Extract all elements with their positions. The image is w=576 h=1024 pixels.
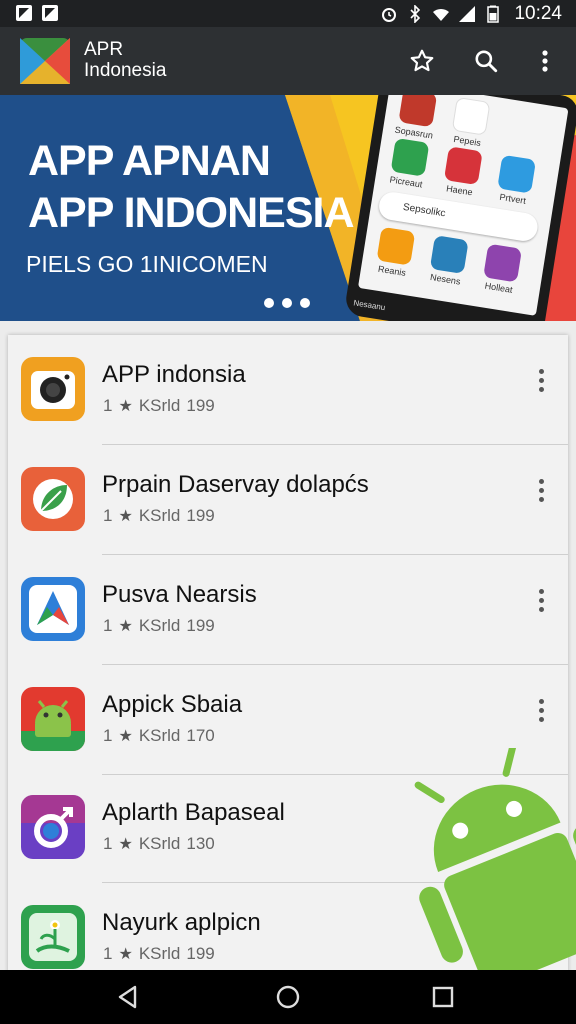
rating-star-icon: ★ [118, 618, 133, 635]
android-icon [21, 687, 85, 751]
leaf-icon [21, 467, 85, 531]
phone-app: Reanis [368, 226, 421, 280]
phone-app: Prtvert [489, 154, 542, 208]
phone-app: Holleat [475, 243, 528, 297]
wifi-icon [433, 8, 450, 21]
list-item[interactable]: Pusva Nearsis 1 ★ KSrld 199 [8, 555, 568, 665]
list-item[interactable]: APP indonsia 1 ★ KSrld 199 [8, 335, 568, 445]
app-title-line2: Indonesia [84, 60, 167, 81]
recents-icon[interactable] [430, 984, 456, 1010]
page-dot[interactable] [264, 298, 274, 308]
alarm-icon [382, 8, 397, 22]
list-item[interactable]: Prpain Daservay dolapćs 1 ★ KSrld 199 [8, 445, 568, 555]
banner-subtitle: PIELS GO 1INICOMEN [26, 251, 268, 277]
app-meta: 1 ★ KSrld 199 [103, 944, 215, 963]
banner-headline-line1: APP APNAN [28, 137, 271, 185]
app-name: Aplarth Bapaseal [102, 799, 285, 826]
item-menu-button[interactable] [528, 365, 554, 395]
back-icon[interactable] [115, 984, 141, 1010]
overflow-menu-button[interactable] [525, 41, 565, 81]
signal-icon [459, 6, 476, 22]
bluetooth-icon [410, 5, 421, 23]
app-name: APP indonsia [102, 361, 246, 388]
notification-icon [16, 5, 32, 21]
app-bar: APR Indonesia [0, 27, 576, 95]
app-name: Prpain Daservay dolapćs [102, 471, 369, 498]
app-meta: 1 ★ KSrld 130 [103, 834, 215, 853]
banner-page-indicator[interactable] [264, 298, 310, 308]
camera-icon [21, 357, 85, 421]
phone-app: Sopasrun [390, 95, 443, 141]
app-title-line1: APR [84, 39, 124, 60]
search-icon [475, 50, 498, 73]
page-dot[interactable] [300, 298, 310, 308]
app-name: Nayurk aplpicn [102, 909, 261, 936]
banner-headline: APP APNAN APP INDONESIA [28, 135, 354, 239]
clock: 10:24 [514, 3, 562, 24]
app-logo-icon [20, 38, 70, 84]
item-menu-button[interactable] [528, 585, 554, 615]
phone-app: Picreaut [383, 137, 436, 191]
phone-app: Pepeis [444, 96, 497, 150]
rating-star-icon: ★ [118, 836, 133, 853]
rating-star-icon: ★ [118, 728, 133, 745]
phone-mockup: Sopasrun Pepeis Picreaut Haene Prtvert S… [343, 95, 576, 321]
phone-app: Haene [436, 145, 489, 199]
star-icon [410, 49, 434, 72]
download-icon [42, 5, 58, 21]
app-title: APR Indonesia [84, 39, 166, 81]
app-meta: 1 ★ KSrld 199 [103, 616, 215, 635]
rating-star-icon: ★ [118, 398, 133, 415]
more-vert-icon [542, 50, 548, 72]
home-icon[interactable] [275, 984, 301, 1010]
rating-star-icon: ★ [118, 508, 133, 525]
banner-headline-line2: APP INDONESIA [28, 189, 354, 237]
app-meta: 1 ★ KSrld 199 [103, 396, 215, 415]
rating-star-icon: ★ [118, 946, 133, 963]
battery-icon [487, 5, 500, 23]
promo-banner[interactable]: APP APNAN APP INDONESIA PIELS GO 1INICOM… [0, 95, 576, 321]
item-menu-button[interactable] [528, 475, 554, 505]
phone-app: Nesens [422, 234, 475, 288]
navigation-icon [21, 577, 85, 641]
app-name: Pusva Nearsis [102, 581, 257, 608]
app-meta: 1 ★ KSrld 199 [103, 506, 215, 525]
flower-icon [21, 905, 85, 969]
search-button[interactable] [466, 41, 506, 81]
gender-icon [21, 795, 85, 859]
status-bar: 10:24 [0, 0, 576, 27]
page-dot[interactable] [282, 298, 292, 308]
favorite-button[interactable] [402, 41, 442, 81]
item-menu-button[interactable] [528, 695, 554, 725]
app-name: Appick Sbaia [102, 691, 243, 718]
system-nav-bar [0, 970, 576, 1024]
android-mascot-icon [414, 748, 576, 978]
app-meta: 1 ★ KSrld 170 [103, 726, 215, 745]
